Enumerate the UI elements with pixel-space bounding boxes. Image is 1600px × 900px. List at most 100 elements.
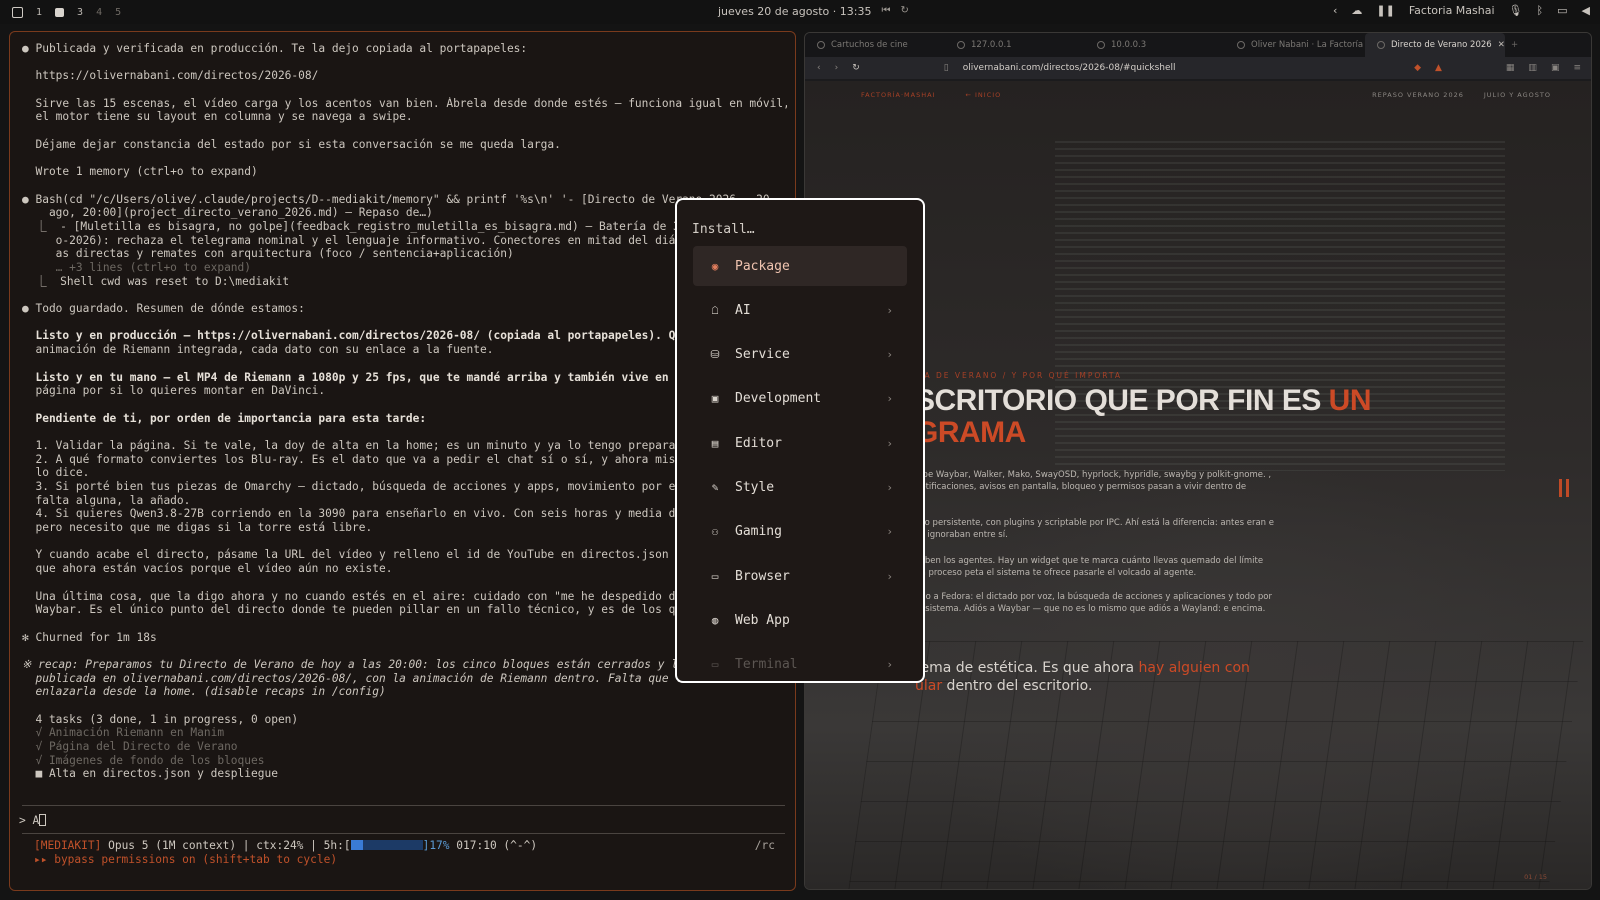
menu-item-label: Development <box>735 391 822 407</box>
workspace-1[interactable]: 1 <box>36 7 42 18</box>
refresh-icon[interactable]: ↻ <box>900 5 908 18</box>
tab-title: Cartuchos de cine <box>831 40 908 50</box>
menu-item-style[interactable]: ✎ Style › <box>693 468 907 508</box>
terminal-line: 2. A qué formato conviertes los Blu-ray.… <box>22 452 689 466</box>
home-link[interactable]: ← INICIO <box>965 91 1001 99</box>
menu-item-label: Terminal <box>735 657 798 673</box>
brush-icon: ✎ <box>711 481 719 494</box>
menu-item-web-app[interactable]: ◍ Web App <box>693 600 907 640</box>
address-bar[interactable]: olivernabani.com/directos/2026-08/#quick… <box>963 63 1176 73</box>
lead-paragraph: tema de estética. Es que ahora hay algui… <box>915 659 1275 695</box>
chevron-right-icon: › <box>886 658 893 672</box>
media-previous-icon[interactable]: ⏮ <box>881 5 890 18</box>
menu-icon[interactable]: ≡ <box>1573 63 1581 73</box>
menu-item-ai[interactable]: ☖ AI › <box>693 290 907 330</box>
terminal-line: Pendiente de ti, por orden de importanci… <box>22 411 427 425</box>
reload-icon[interactable]: ↻ <box>852 63 860 73</box>
bluetooth-icon[interactable]: ᛒ <box>1537 4 1544 17</box>
menu-item-service[interactable]: ⛁ Service › <box>693 335 907 375</box>
nav-link-fechas[interactable]: JULIO Y AGOSTO <box>1484 91 1551 99</box>
chevron-left-icon[interactable]: ‹ <box>1333 4 1337 17</box>
tab-directo-verano[interactable]: Directo de Verano 2026 ✕ <box>1365 33 1505 57</box>
bookmark-icon[interactable]: ▯ <box>944 63 949 73</box>
terminal-line: 4. Si quieres Qwen3.8-27B corriendo en l… <box>22 507 683 521</box>
terminal-line: enlazarla desde la home. (disable recaps… <box>22 685 386 699</box>
terminal-line: o-2026): rechaza el telegrama nominal y … <box>22 233 689 247</box>
microphone-icon[interactable]: 🎙 <box>1509 4 1523 17</box>
prompt-divider-bottom <box>22 833 785 834</box>
workspace-4[interactable]: 4 <box>96 7 102 18</box>
chevron-right-icon: › <box>886 569 893 583</box>
terminal-line: página por si lo quieres montar en DaVin… <box>22 384 326 398</box>
status-model: Opus 5 (1M context) | ctx:24% | 5h:[ <box>101 839 351 852</box>
package-icon: ◉ <box>711 259 719 273</box>
favicon-icon <box>1377 41 1385 49</box>
alert-icon[interactable]: ▲ <box>1435 63 1442 73</box>
clock[interactable]: jueves 20 de agosto · 13:35 ⏮ ↻ <box>718 5 909 18</box>
paragraph-1: olpe Waybar, Walker, Mako, SwayOSD, hypr… <box>915 470 1272 492</box>
wallet-icon[interactable]: ▣ <box>1551 63 1560 73</box>
window-icon: ▭ <box>711 569 719 583</box>
terminal-line: publicada en olivernabani.com/directos/2… <box>22 671 689 685</box>
tab-lan-host[interactable]: 10.0.0.3 <box>1085 40 1225 50</box>
install-menu[interactable]: Install… ◉ Package ☖ AI › ⛁ Service › ▣ Developme… <box>675 198 925 683</box>
pause-icon[interactable]: ❚❚ <box>1376 4 1394 17</box>
workspace-active-indicator[interactable] <box>55 7 65 17</box>
menu-item-gaming[interactable]: ⚇ Gaming › <box>693 512 907 552</box>
tray-label[interactable]: Factoria Mashai <box>1409 4 1495 17</box>
terminal-line: … +3 lines (ctrl+o to expand) <box>22 261 252 274</box>
app-launcher-icon[interactable] <box>12 6 23 18</box>
scene-pager: 01 / 15 <box>1524 873 1547 881</box>
menu-item-package[interactable]: ◉ Package <box>693 246 907 286</box>
workspace-5[interactable]: 5 <box>115 7 121 18</box>
close-tab-icon[interactable]: ✕ <box>1498 40 1505 50</box>
display-icon[interactable]: ▭ <box>1557 4 1567 17</box>
sidebar-icon[interactable]: ▥ <box>1528 63 1537 73</box>
terminal-line: Listo y en tu mano — el MP4 de Riemann a… <box>22 370 689 384</box>
menu-title: Install… <box>692 222 755 237</box>
terminal-line: falta alguna, la añado. <box>22 493 191 507</box>
section-marker-icon <box>1559 479 1569 497</box>
shield-icon[interactable]: ◆ <box>1414 63 1421 73</box>
site-logo[interactable]: FACTORÍA·MASHAI <box>861 91 935 99</box>
terminal-line: 1. Validar la página. Si te vale, la doy… <box>22 438 689 452</box>
prompt-input[interactable]: > A <box>19 814 47 828</box>
new-tab-icon[interactable]: + <box>1511 40 1518 50</box>
nav-link-repaso[interactable]: REPASO VERANO 2026 <box>1372 91 1464 99</box>
workspace-switcher: 1 3 4 5 <box>0 6 121 18</box>
volume-icon[interactable]: ◀ <box>1582 4 1590 17</box>
menu-item-browser[interactable]: ▭ Browser › <box>693 556 907 596</box>
workspace-3[interactable]: 3 <box>77 7 83 18</box>
status-line: [MEDIAKIT] Opus 5 (1M context) | ctx:24%… <box>34 839 537 853</box>
tab-title: 10.0.0.3 <box>1111 40 1147 50</box>
cloud-icon[interactable]: ☁ <box>1351 4 1362 17</box>
menu-item-editor[interactable]: ▤ Editor › <box>693 423 907 463</box>
tab-localhost[interactable]: 127.0.0.1 <box>945 40 1085 50</box>
terminal-line: ※ recap: Preparamos tu Directo de Verano… <box>22 657 685 671</box>
menu-item-development[interactable]: ▣ Development › <box>693 379 907 419</box>
top-bar: 1 3 4 5 jueves 20 de agosto · 13:35 ⏮ ↻ … <box>0 0 1600 24</box>
status-time: 017:10 (^-^) <box>449 839 538 852</box>
tab-cartuchos[interactable]: Cartuchos de cine <box>805 40 945 50</box>
favicon-icon <box>1237 41 1245 49</box>
menu-item-terminal[interactable]: ▭ Terminal › <box>693 645 907 681</box>
extension-icon[interactable]: ▦ <box>1506 63 1515 73</box>
forward-icon[interactable]: › <box>835 63 839 73</box>
chevron-right-icon: › <box>886 348 893 362</box>
terminal-line: Wrote 1 memory (ctrl+o to expand) <box>22 165 258 179</box>
lead-accent: hay alguien con <box>1138 660 1250 676</box>
hero-line-2: GRAMA <box>915 416 1026 449</box>
terminal-line: 3. Si porté bien tus piezas de Omarchy —… <box>22 480 683 493</box>
back-icon[interactable]: ‹ <box>817 63 821 73</box>
menu-item-label: Service <box>735 347 790 363</box>
paragraph-4: ado a Fedora: el dictado por voz, la bús… <box>915 592 1272 614</box>
tab-factoria[interactable]: Oliver Nabani · La Factoría <box>1225 40 1365 50</box>
terminal-line: Waybar. Es el único punto del directo do… <box>22 603 689 617</box>
